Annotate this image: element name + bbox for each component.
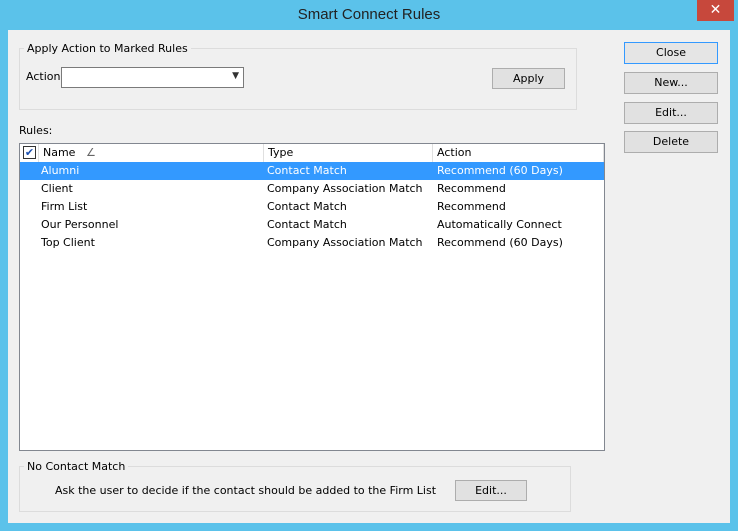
row-name: Client [41,182,73,195]
row-name: Top Client [41,236,95,249]
row-type: Company Association Match [267,236,423,249]
rules-list[interactable]: ✔ Name ∠ Type Action Alumni Contact Match… [19,143,605,451]
table-row[interactable]: Top Client Company Association Match Recom… [20,234,604,252]
rules-label: Rules: [19,124,53,137]
apply-action-group-label: Apply Action to Marked Rules [24,42,191,55]
column-header-action[interactable]: Action [433,144,604,162]
no-contact-description: Ask the user to decide if the contact sh… [55,484,437,497]
select-all-checkbox[interactable]: ✔ [23,146,36,159]
row-action: Recommend [437,182,506,195]
table-row[interactable]: Alumni Contact Match Recommend (60 Days) [20,162,604,180]
action-label: Action: [26,70,65,83]
row-type: Company Association Match [267,182,423,195]
header-select-all[interactable]: ✔ [20,144,39,162]
dialog-body: Apply Action to Marked Rules Action: ▼ A… [8,30,730,523]
row-type: Contact Match [267,164,347,177]
row-action: Recommend (60 Days) [437,164,563,177]
no-contact-edit-button[interactable]: Edit... [455,480,527,501]
row-name: Alumni [41,164,80,177]
sort-indicator-icon: ∠ [86,146,96,159]
window-close-icon[interactable]: ✕ [697,0,734,21]
row-action: Recommend [437,200,506,213]
row-type: Contact Match [267,218,347,231]
row-action: Automatically Connect [437,218,562,231]
title-bar[interactable]: Smart Connect Rules ✕ [0,0,738,30]
action-dropdown[interactable]: ▼ [61,67,244,88]
new-button[interactable]: New... [624,72,718,94]
row-action: Recommend (60 Days) [437,236,563,249]
rules-list-header: ✔ Name ∠ Type Action [20,144,604,163]
row-name: Our Personnel [41,218,119,231]
no-contact-match-label: No Contact Match [24,460,129,473]
row-name: Firm List [41,200,88,213]
close-button[interactable]: Close [624,42,718,64]
table-row[interactable]: Client Company Association Match Recommend [20,180,604,198]
row-type: Contact Match [267,200,347,213]
edit-button[interactable]: Edit... [624,102,718,124]
apply-button[interactable]: Apply [492,68,565,89]
chevron-down-icon: ▼ [232,71,239,81]
dialog-window: Smart Connect Rules ✕ Apply Action to Ma… [0,0,738,531]
delete-button[interactable]: Delete [624,131,718,153]
column-header-name[interactable]: Name ∠ [39,144,264,162]
table-row[interactable]: Firm List Contact Match Recommend [20,198,604,216]
table-row[interactable]: Our Personnel Contact Match Automatically … [20,216,604,234]
window-title: Smart Connect Rules [297,6,441,23]
column-header-type[interactable]: Type [264,144,433,162]
column-name-label: Name [43,146,76,159]
